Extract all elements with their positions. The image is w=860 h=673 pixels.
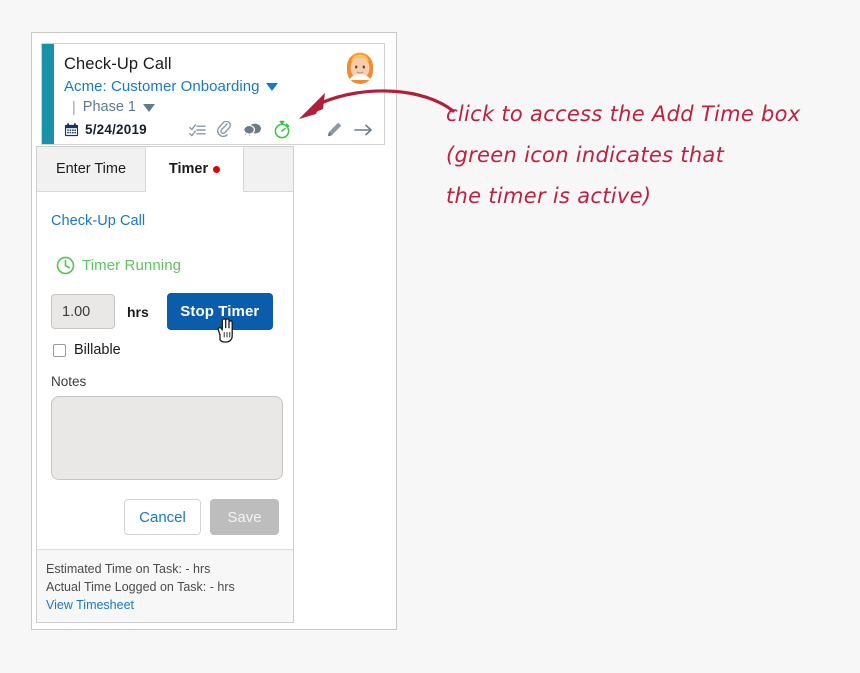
comments-icon[interactable] bbox=[243, 122, 262, 139]
hours-row: hrs Stop Timer bbox=[51, 293, 293, 330]
notes-input[interactable] bbox=[51, 396, 283, 480]
task-project-link[interactable]: Acme: Customer Onboarding bbox=[64, 77, 260, 96]
annotation-line-1: click to access the Add Time box bbox=[446, 102, 801, 126]
billable-checkbox[interactable] bbox=[53, 343, 66, 357]
task-date: 5/24/2019 bbox=[85, 122, 147, 137]
tab-empty-filler bbox=[244, 147, 293, 192]
tab-timer[interactable]: Timer bbox=[146, 147, 244, 192]
popup-action-row: Cancel Save bbox=[37, 499, 279, 535]
chevron-down-icon-phase[interactable] bbox=[143, 103, 155, 112]
tab-timer-label: Timer bbox=[168, 161, 209, 177]
annotation-arrow bbox=[299, 89, 455, 119]
actual-time-text: Actual Time Logged on Task: - hrs bbox=[46, 580, 235, 594]
annotation-line-3: the timer is active) bbox=[446, 184, 652, 208]
billable-label: Billable bbox=[74, 342, 121, 358]
phase-separator: | bbox=[72, 99, 76, 116]
popup-footer: Estimated Time on Task: - hrs Actual Tim… bbox=[37, 549, 293, 622]
timer-status-row: Timer Running bbox=[56, 256, 293, 275]
timer-active-badge-icon bbox=[213, 165, 221, 173]
paperclip-icon[interactable] bbox=[217, 120, 232, 138]
tab-enter-time[interactable]: Enter Time bbox=[37, 147, 146, 192]
add-time-popup: Enter Time Timer Check-Up Call Timer Run… bbox=[36, 146, 294, 623]
estimated-time-text: Estimated Time on Task: - hrs bbox=[46, 562, 211, 576]
task-phase-label[interactable]: Phase 1 bbox=[83, 98, 136, 117]
checklist-icon[interactable] bbox=[189, 122, 206, 138]
annotation-line-2: (green icon indicates that bbox=[446, 143, 725, 167]
popup-tab-bar: Enter Time Timer bbox=[37, 147, 293, 192]
hand-cursor-icon bbox=[217, 318, 233, 343]
billable-row[interactable]: Billable bbox=[53, 342, 293, 358]
hours-input[interactable] bbox=[51, 294, 115, 329]
hours-unit-label: hrs bbox=[127, 303, 149, 320]
screenshot-stage: Check-Up Call Acme: Customer Onboarding … bbox=[0, 0, 860, 673]
view-timesheet-link[interactable]: View Timesheet bbox=[46, 596, 293, 615]
task-title: Check-Up Call bbox=[64, 55, 172, 73]
chevron-down-icon[interactable] bbox=[265, 82, 278, 91]
notes-label: Notes bbox=[51, 374, 87, 389]
annotation-text: click to access the Add Time box (green … bbox=[446, 94, 846, 217]
popup-body: Check-Up Call Timer Running hrs Stop Tim… bbox=[37, 193, 293, 535]
calendar-icon bbox=[64, 122, 79, 137]
cancel-button[interactable]: Cancel bbox=[124, 499, 201, 535]
task-accent-bar bbox=[42, 44, 54, 144]
clock-running-icon bbox=[56, 256, 75, 275]
save-button[interactable]: Save bbox=[210, 499, 279, 535]
tab-enter-time-label: Enter Time bbox=[55, 161, 127, 177]
timer-status-text: Timer Running bbox=[82, 257, 182, 274]
popup-task-link[interactable]: Check-Up Call bbox=[51, 213, 293, 229]
